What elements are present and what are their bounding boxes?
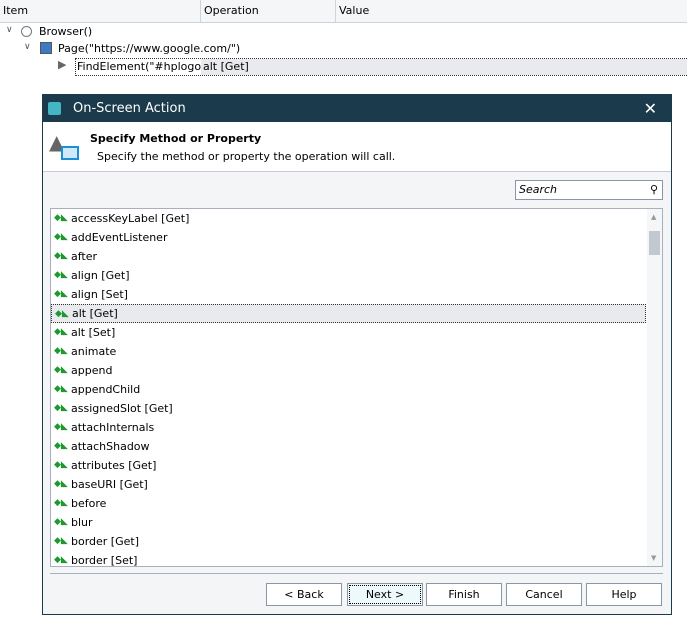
list-item[interactable]: ◆◣ animate [51, 342, 646, 361]
method-icon: ◆◣ [54, 403, 68, 413]
item-label: animate [71, 345, 117, 358]
item-label: baseURI [Get] [71, 478, 148, 491]
web-page-icon [40, 42, 52, 54]
column-value[interactable]: Value [336, 0, 687, 22]
tree-row-page[interactable]: Page("https://www.google.com/") [58, 40, 240, 57]
dialog-titlebar: On-Screen Action ✕ [43, 95, 671, 122]
list-item[interactable]: ◆◣ before [51, 494, 646, 513]
method-icon: ◆◣ [54, 460, 68, 470]
item-label: blur [71, 516, 93, 529]
item-label: border [Get] [71, 535, 139, 548]
item-label: align [Get] [71, 269, 130, 282]
method-list[interactable]: ◆◣ accessKeyLabel [Get] ◆◣ addEventListener… [50, 208, 663, 567]
help-button[interactable]: Help [586, 583, 662, 606]
item-label: after [71, 250, 98, 263]
chevron-down-icon[interactable]: ∨ [24, 42, 31, 52]
search-input[interactable]: Search ⚲ [515, 180, 663, 200]
item-label: attributes [Get] [71, 459, 157, 472]
list-item[interactable]: ◆◣ blur [51, 513, 646, 532]
method-icon: ◆◣ [54, 422, 68, 432]
list-item[interactable]: ◆◣ after [51, 247, 646, 266]
monitor-icon [61, 146, 79, 160]
scroll-up-icon[interactable]: ▲ [651, 213, 656, 221]
method-icon: ◆◣ [54, 498, 68, 508]
item-label: attachShadow [71, 440, 150, 453]
list-item[interactable]: ◆◣ alt [Set] [51, 323, 646, 342]
list-item[interactable]: ◆◣ border [Get] [51, 532, 646, 551]
method-icon: ◆◣ [54, 384, 68, 394]
column-operation[interactable]: Operation [201, 0, 336, 22]
cancel-button[interactable]: Cancel [506, 583, 582, 606]
tree-header: Item Operation Value [0, 0, 687, 23]
app-icon [48, 102, 61, 115]
list-item[interactable]: ◆◣ assignedSlot [Get] [51, 399, 646, 418]
item-label: accessKeyLabel [Get] [71, 212, 190, 225]
method-icon: ◆◣ [54, 346, 68, 356]
scroll-down-icon[interactable]: ▼ [651, 554, 656, 562]
globe-icon [21, 26, 32, 37]
finish-button[interactable]: Finish [426, 583, 502, 606]
list-item[interactable]: ◆◣ align [Get] [51, 266, 646, 285]
list-item[interactable]: ◆◣ addEventListener [51, 228, 646, 247]
method-icon: ◆◣ [54, 232, 68, 242]
method-icon: ◆◣ [54, 365, 68, 375]
dialog-title: On-Screen Action [73, 101, 186, 116]
method-icon: ◆◣ [54, 251, 68, 261]
item-label: addEventListener [71, 231, 168, 244]
list-item[interactable]: ◆◣ alt [Get] [51, 304, 646, 323]
next-button[interactable]: Next > [347, 583, 423, 606]
list-item[interactable]: ◆◣ accessKeyLabel [Get] [51, 209, 646, 228]
item-label: border [Set] [71, 554, 138, 567]
search-icon[interactable]: ⚲ [650, 181, 658, 199]
method-icon: ◆◣ [54, 327, 68, 337]
list-item[interactable]: ◆◣ align [Set] [51, 285, 646, 304]
list-item[interactable]: ◆◣ attributes [Get] [51, 456, 646, 475]
item-text: FindElement("#hplogo") [77, 60, 211, 73]
chevron-down-icon[interactable]: ∨ [6, 25, 13, 35]
dialog-description: Specify the method or property the opera… [97, 150, 396, 163]
on-screen-action-icon: ▶ [58, 58, 67, 71]
list-item[interactable]: ◆◣ baseURI [Get] [51, 475, 646, 494]
item-label: attachInternals [71, 421, 155, 434]
item-label: assignedSlot [Get] [71, 402, 173, 415]
dialog-heading: Specify Method or Property [90, 132, 262, 145]
item-label: append [71, 364, 113, 377]
scrollbar-thumb[interactable] [649, 231, 660, 255]
method-icon: ◆◣ [55, 309, 69, 319]
item-label: alt [Set] [71, 326, 116, 339]
list-item[interactable]: ◆◣ appendChild [51, 380, 646, 399]
list-item[interactable]: ◆◣ attachInternals [51, 418, 646, 437]
close-icon[interactable]: ✕ [644, 95, 657, 122]
item-label: align [Set] [71, 288, 128, 301]
method-icon: ◆◣ [54, 270, 68, 280]
back-button[interactable]: < Back [266, 583, 342, 606]
item-label: alt [Get] [72, 307, 118, 320]
tree-row-findelement[interactable]: FindElement("#hplogo") alt [Get] [75, 58, 687, 76]
operation-text: alt [Get] [201, 59, 687, 75]
list-item[interactable]: ◆◣ border [Set] [51, 551, 646, 567]
list-item[interactable]: ◆◣ attachShadow [51, 437, 646, 456]
method-icon: ◆◣ [54, 289, 68, 299]
search-placeholder: Search [519, 183, 558, 196]
on-screen-action-dialog: On-Screen Action ✕ ▲ Specify Method or P… [42, 94, 672, 615]
list-item[interactable]: ◆◣ append [51, 361, 646, 380]
item-label: appendChild [71, 383, 141, 396]
method-icon: ◆◣ [54, 517, 68, 527]
item-label: before [71, 497, 107, 510]
method-icon: ◆◣ [54, 555, 68, 565]
divider [50, 573, 663, 574]
method-icon: ◆◣ [54, 441, 68, 451]
method-icon: ◆◣ [54, 536, 68, 546]
tree-row-browser[interactable]: Browser() [39, 23, 92, 40]
column-item[interactable]: Item [0, 0, 201, 22]
method-icon: ◆◣ [54, 479, 68, 489]
method-icon: ◆◣ [54, 213, 68, 223]
scrollbar[interactable]: ▲ ▼ [647, 209, 662, 566]
dialog-header: ▲ Specify Method or Property Specify the… [43, 122, 671, 172]
